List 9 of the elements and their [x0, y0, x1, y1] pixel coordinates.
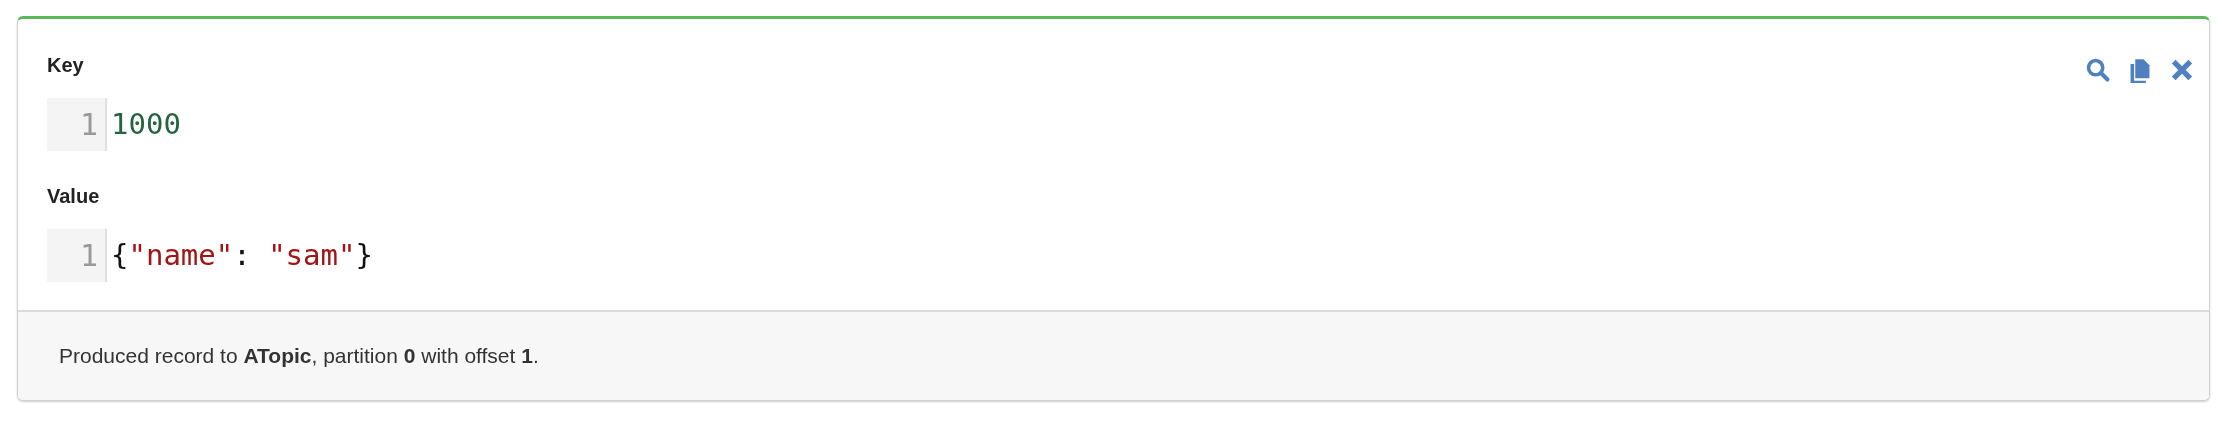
- search-icon[interactable]: [2085, 57, 2111, 83]
- code-line[interactable]: 1000: [107, 98, 181, 151]
- code-line[interactable]: {"name": "sam"}: [107, 229, 373, 282]
- field-label: Value: [47, 184, 100, 209]
- field-label: Key: [47, 53, 84, 78]
- line-number: 1: [47, 98, 107, 151]
- line-number: 1: [47, 229, 107, 282]
- close-icon[interactable]: [2169, 57, 2195, 83]
- status-message: Produced record to ATopic, partition 0 with offset 1.: [59, 343, 539, 370]
